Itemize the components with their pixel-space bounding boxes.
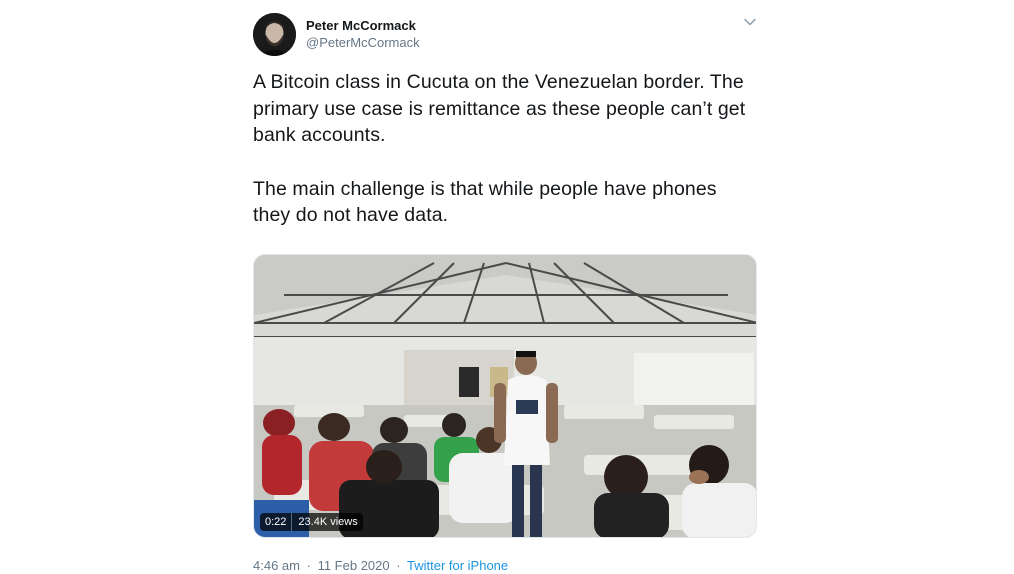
meta-separator: · xyxy=(306,557,311,573)
tweet-card: Peter McCormack @PeterMcCormack A Bitcoi… xyxy=(253,13,757,574)
chevron-down-icon[interactable] xyxy=(743,15,757,29)
tweet-date[interactable]: 11 Feb 2020 xyxy=(318,558,390,573)
author-display-name[interactable]: Peter McCormack xyxy=(306,18,420,34)
video-view-count: 23.4K views xyxy=(298,515,358,528)
tweet-header: Peter McCormack @PeterMcCormack xyxy=(253,13,757,57)
author-names: Peter McCormack @PeterMcCormack xyxy=(306,18,420,51)
avatar[interactable] xyxy=(253,13,296,56)
author-handle[interactable]: @PeterMcCormack xyxy=(306,35,420,51)
video-duration: 0:22 xyxy=(260,512,293,531)
avatar-photo-icon xyxy=(253,13,296,56)
video-thumbnail xyxy=(254,254,756,537)
tweet-time[interactable]: 4:46 am xyxy=(253,558,300,573)
tweet-metadata: 4:46 am · 11 Feb 2020 · Twitter for iPho… xyxy=(253,558,757,574)
tweet-text: A Bitcoin class in Cucuta on the Venezue… xyxy=(253,69,757,229)
video-stats-badge: 0:22 23.4K views xyxy=(260,512,363,531)
tweet-paragraph: A Bitcoin class in Cucuta on the Venezue… xyxy=(253,71,746,146)
tweet-source-link[interactable]: Twitter for iPhone xyxy=(407,558,508,573)
tweet-paragraph: The main challenge is that while people … xyxy=(253,177,717,227)
meta-separator: · xyxy=(396,557,401,573)
video-player[interactable]: 0:22 23.4K views xyxy=(253,253,757,538)
